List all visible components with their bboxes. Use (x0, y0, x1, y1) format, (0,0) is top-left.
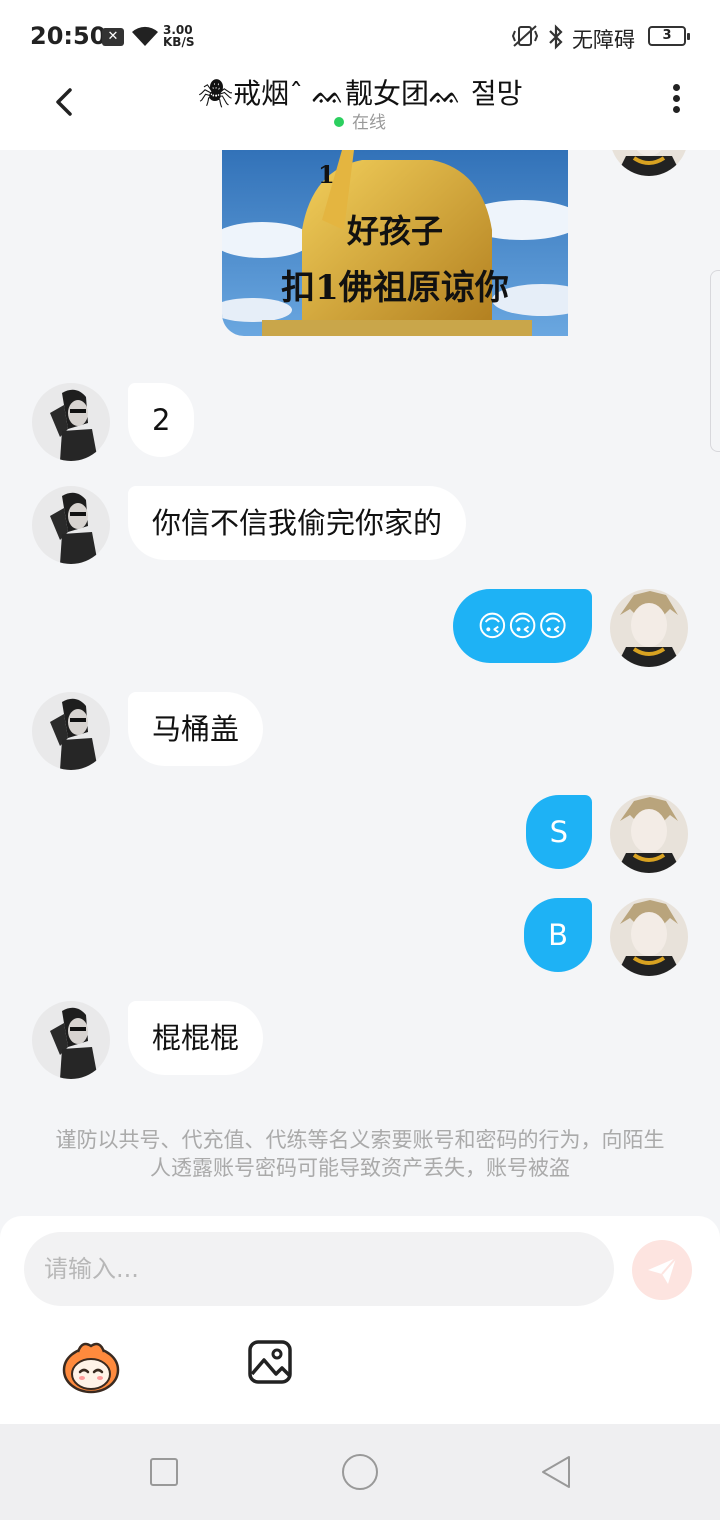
image-number: 1 (318, 160, 335, 189)
avatar[interactable] (32, 383, 110, 461)
message-bubble[interactable]: 🙃🙃🙃 (453, 589, 592, 663)
home-button[interactable] (342, 1454, 378, 1490)
image-message[interactable]: 1 好孩子 扣1佛祖原谅你 (222, 150, 568, 336)
notification-x-icon: ✕ (102, 28, 124, 46)
system-nav-bar (0, 1424, 720, 1520)
status-bar: 20:50 ✕ 3.00 KB/S 无障碍 3 (0, 0, 720, 72)
message-bubble[interactable]: S (525, 795, 592, 869)
message-input[interactable] (24, 1232, 614, 1306)
status-time: 20:50 (30, 22, 107, 50)
avatar[interactable] (32, 486, 110, 564)
send-icon (648, 1257, 677, 1284)
emoji-button[interactable] (60, 1336, 122, 1394)
online-status: 在线 (0, 108, 720, 133)
message-bubble[interactable]: 马桶盖 (128, 692, 264, 766)
composer (0, 1216, 720, 1424)
message-bubble[interactable]: 你信不信我偷完你家的 (128, 486, 467, 560)
scroll-handle[interactable] (710, 270, 720, 452)
avatar[interactable] (610, 589, 688, 667)
bluetooth-icon (549, 24, 563, 50)
online-dot-icon (334, 117, 344, 127)
wifi-icon (132, 26, 158, 46)
image-caption-2: 扣1佛祖原谅你 (281, 268, 509, 308)
network-speed: 3.00 KB/S (163, 24, 194, 48)
vibrate-icon (511, 25, 539, 47)
image-caption-1: 好孩子 (346, 212, 443, 250)
chat-title[interactable]: 🕷戒烟ˆ ᨐ靓女团ᨐ 절망 (0, 72, 720, 112)
recent-apps-button[interactable] (150, 1458, 178, 1486)
message-bubble[interactable]: 2 (128, 383, 195, 457)
security-warning: 谨防以共号、代充值、代练等名义索要账号和密码的行为，向陌生人透露账号密码可能导致… (55, 1128, 665, 1180)
network-speed-unit: KB/S (163, 35, 195, 49)
send-button[interactable] (632, 1240, 692, 1300)
battery-icon: 3 (648, 26, 690, 46)
avatar[interactable] (610, 150, 688, 176)
more-options-button[interactable] (666, 80, 686, 120)
message-list[interactable]: 1 好孩子 扣1佛祖原谅你 2 你信不信我偷完你家的 🙃🙃🙃 马桶盖 S B 棍… (0, 150, 720, 1216)
chat-header: 🕷戒烟ˆ ᨐ靓女团ᨐ 절망 在线 (0, 72, 720, 150)
avatar[interactable] (610, 795, 688, 873)
online-status-label: 在线 (352, 113, 386, 133)
image-picker-button[interactable] (246, 1338, 294, 1386)
avatar[interactable] (32, 1001, 110, 1079)
system-back-button[interactable] (540, 1454, 572, 1490)
message-bubble[interactable]: 棍棍棍 (128, 1001, 264, 1075)
avatar[interactable] (32, 692, 110, 770)
accessibility-label: 无障碍 (572, 28, 635, 52)
avatar[interactable] (610, 898, 688, 976)
message-bubble[interactable]: B (524, 898, 592, 972)
